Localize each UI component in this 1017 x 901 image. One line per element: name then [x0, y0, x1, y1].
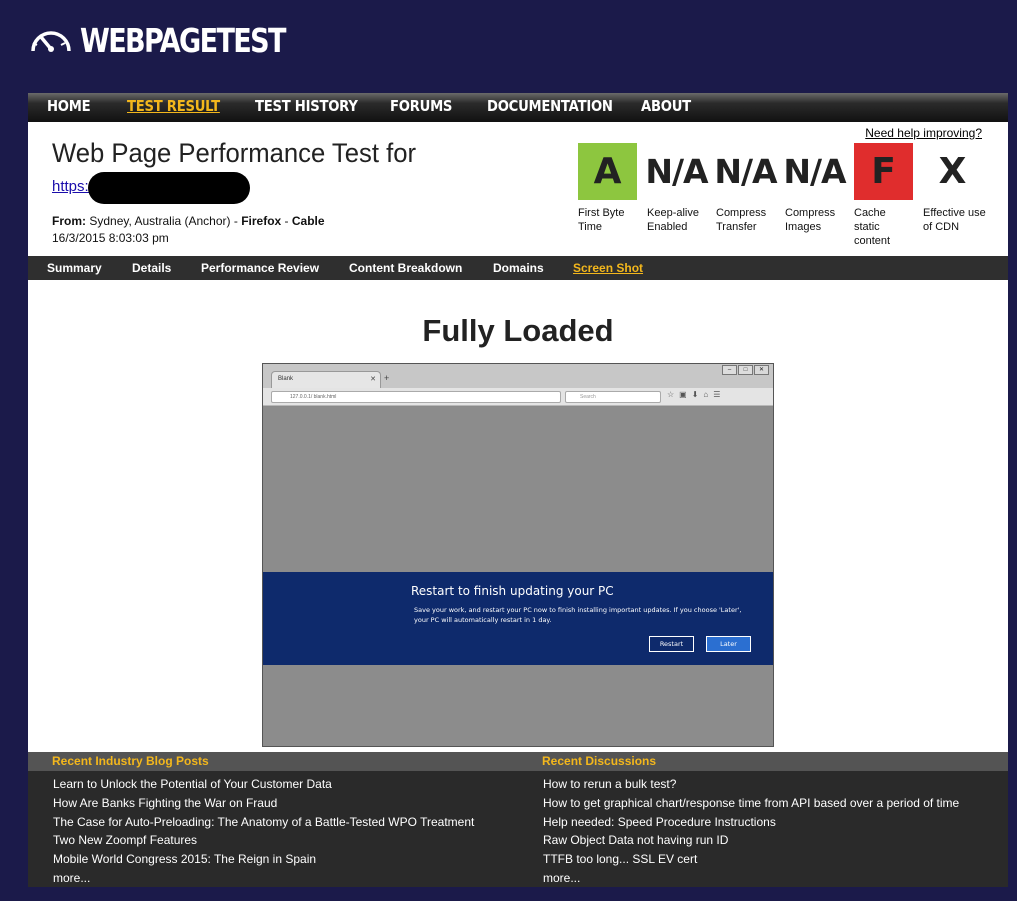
test-url-link[interactable]: https:/ — [52, 178, 93, 195]
discussion-link[interactable]: How to rerun a bulk test? — [543, 775, 959, 794]
browser-toolbar: 127.0.0.1/ blank.html Search ☆▣⬇⌂☰ — [263, 388, 773, 406]
tab-screen-shot[interactable]: Screen Shot — [573, 261, 643, 275]
blog-posts-list: Learn to Unlock the Potential of Your Cu… — [53, 775, 474, 888]
test-header: Web Page Performance Test for https:/ Fr… — [28, 122, 1008, 256]
grade-label: Keep-alive Enabled — [647, 207, 699, 233]
grade-keep-alive[interactable]: N/A Keep-alive Enabled — [645, 143, 708, 234]
tab-details[interactable]: Details — [132, 261, 171, 275]
result-subnav: Summary Details Performance Review Conte… — [28, 256, 1008, 280]
window-controls: – □ ✕ — [722, 365, 769, 375]
page-title: Web Page Performance Test for — [52, 138, 417, 168]
speedometer-icon — [31, 31, 71, 52]
blog-post-link[interactable]: The Case for Auto-Preloading: The Anatom… — [53, 813, 474, 832]
grade-value: F — [854, 143, 913, 200]
tab-content-breakdown[interactable]: Content Breakdown — [349, 261, 462, 275]
browser-titlebar: Blank ✕ + – □ ✕ — [263, 364, 773, 388]
from-label: From: — [52, 214, 86, 228]
grade-value: N/A — [645, 152, 708, 191]
blog-posts-heading: Recent Industry Blog Posts — [52, 754, 209, 768]
discussion-link[interactable]: How to get graphical chart/response time… — [543, 794, 959, 813]
blog-post-link[interactable]: Two New Zoompf Features — [53, 831, 474, 850]
browser-tab: Blank ✕ — [271, 371, 381, 388]
plus-icon: + — [384, 373, 390, 383]
test-date: 16/3/2015 8:03:03 pm — [52, 231, 169, 245]
discussion-link[interactable]: Help needed: Speed Procedure Instruction… — [543, 813, 959, 832]
blog-more-link[interactable]: more... — [53, 869, 474, 888]
browser-url-bar: 127.0.0.1/ blank.html — [271, 391, 561, 403]
grade-compress-transfer[interactable]: N/A Compress Transfer — [714, 143, 777, 234]
grade-value: X — [938, 151, 967, 192]
windows-update-dialog: Restart to finish updating your PC Save … — [263, 572, 773, 665]
grade-cache-static[interactable]: F Cache static content — [854, 143, 914, 248]
grade-value: N/A — [783, 152, 846, 191]
fully-loaded-heading: Fully Loaded — [422, 313, 614, 348]
logo-text: WEBPAGETEST — [80, 20, 286, 60]
close-icon: ✕ — [754, 365, 769, 375]
nav-about[interactable]: ABOUT — [641, 97, 691, 115]
main-content: Fully Loaded Blank ✕ + – □ ✕ 127.0.0.1/ … — [28, 280, 1008, 752]
grade-label: Compress Transfer — [716, 207, 767, 233]
blog-post-link[interactable]: How Are Banks Fighting the War on Fraud — [53, 794, 474, 813]
discussions-more-link[interactable]: more... — [543, 869, 959, 888]
connection-text: Cable — [291, 214, 325, 228]
top-nav: HOME TEST RESULT TEST HISTORY FORUMS DOC… — [28, 93, 1008, 122]
browser-tab-label: Blank — [278, 376, 294, 382]
maximize-icon: □ — [738, 365, 753, 375]
tab-summary[interactable]: Summary — [47, 261, 102, 275]
tab-domains[interactable]: Domains — [493, 261, 544, 275]
test-location: From: Sydney, Australia (Anchor) - Firef… — [52, 214, 325, 228]
grade-cdn[interactable]: X Effective use of CDN — [923, 143, 986, 234]
logo[interactable]: WEBPAGETEST — [28, 18, 330, 62]
dialog-title: Restart to finish updating your PC — [411, 584, 614, 598]
separator: - — [281, 214, 292, 228]
discussion-link[interactable]: TTFB too long... SSL EV cert — [543, 850, 959, 869]
discussions-list: How to rerun a bulk test? How to get gra… — [543, 775, 959, 888]
fully-loaded-screenshot[interactable]: Blank ✕ + – □ ✕ 127.0.0.1/ blank.html Se… — [262, 363, 774, 747]
grade-label: Effective use of CDN — [923, 207, 986, 233]
restart-button: Restart — [649, 636, 694, 652]
blog-post-link[interactable]: Mobile World Congress 2015: The Reign in… — [53, 850, 474, 869]
minimize-icon: – — [722, 365, 737, 375]
nav-test-result[interactable]: TEST RESULT — [127, 97, 220, 115]
grade-label: Compress Images — [785, 207, 836, 233]
browser-text: Firefox — [241, 214, 282, 228]
grade-label: Cache static content — [854, 207, 891, 247]
discussions-heading: Recent Discussions — [542, 754, 657, 768]
dialog-body: Save your work, and restart your PC now … — [414, 606, 742, 624]
tab-performance-review[interactable]: Performance Review — [201, 261, 319, 275]
footer-headings: Recent Industry Blog Posts Recent Discus… — [28, 752, 1008, 771]
blog-post-link[interactable]: Learn to Unlock the Potential of Your Cu… — [53, 775, 474, 794]
grade-first-byte[interactable]: A First Byte Time — [578, 143, 638, 234]
later-button: Later — [706, 636, 751, 652]
grade-compress-images[interactable]: N/A Compress Images — [783, 143, 846, 234]
discussion-link[interactable]: Raw Object Data not having run ID — [543, 831, 959, 850]
nav-home[interactable]: HOME — [47, 97, 91, 115]
grade-value: A — [578, 143, 637, 200]
footer: Learn to Unlock the Potential of Your Cu… — [28, 771, 1008, 887]
redacted-url-mask — [88, 172, 250, 204]
nav-test-history[interactable]: TEST HISTORY — [255, 97, 358, 115]
nav-forums[interactable]: FORUMS — [390, 97, 452, 115]
help-improving-link[interactable]: Need help improving? — [865, 126, 982, 140]
separator: - — [230, 214, 242, 228]
grade-label: First Byte Time — [578, 207, 625, 233]
location-text: Sydney, Australia (Anchor) — [89, 214, 231, 228]
grade-value: N/A — [714, 152, 777, 191]
close-icon: ✕ — [370, 376, 376, 383]
browser-search-bar: Search — [565, 391, 661, 403]
toolbar-icons: ☆▣⬇⌂☰ — [667, 390, 726, 399]
nav-documentation[interactable]: DOCUMENTATION — [487, 97, 613, 115]
